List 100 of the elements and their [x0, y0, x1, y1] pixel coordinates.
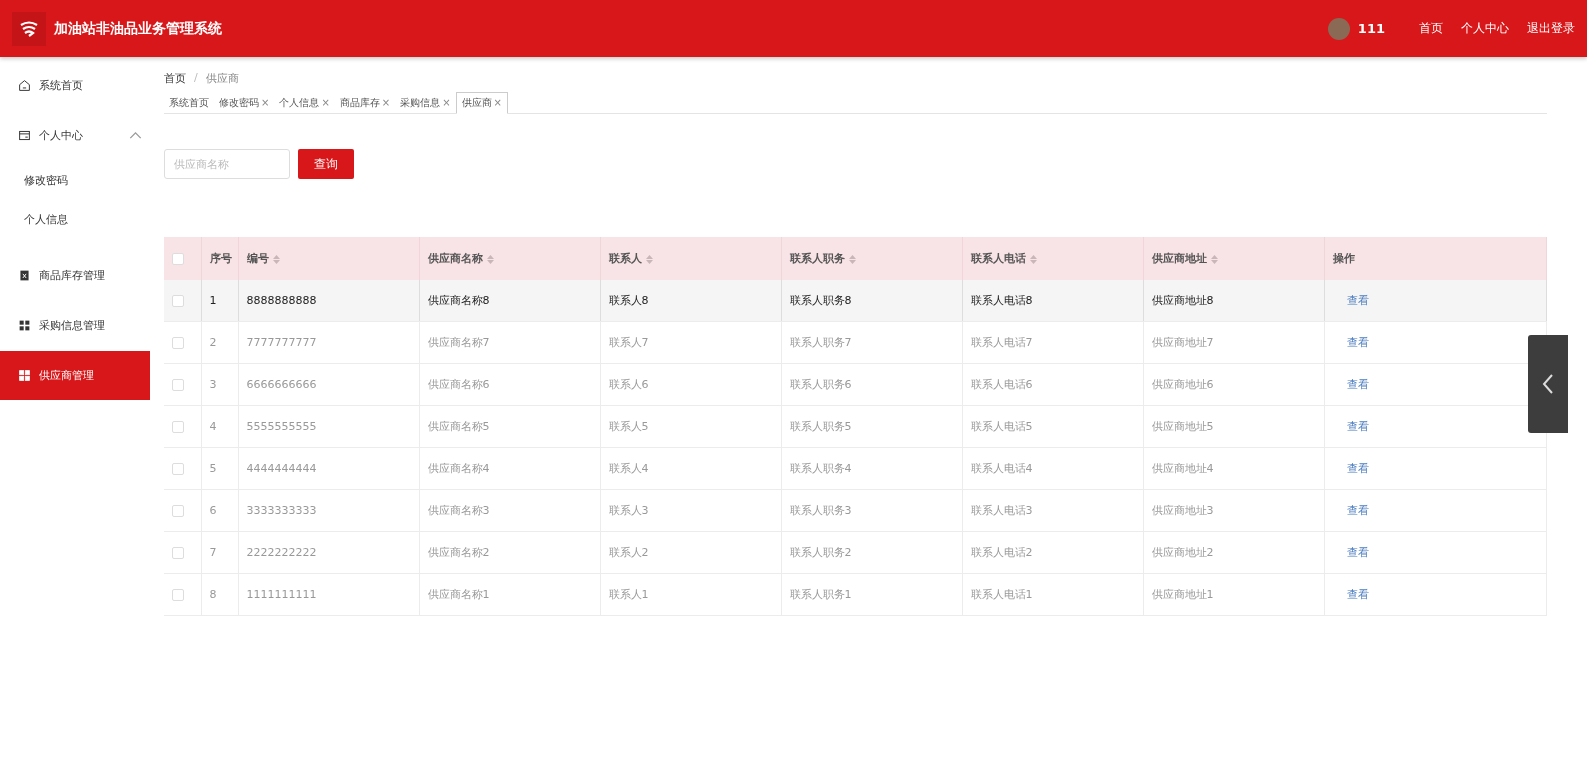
table-cell: 联系人电话1 [962, 573, 1143, 616]
view-link[interactable]: 查看 [1346, 546, 1369, 559]
view-link[interactable]: 查看 [1346, 378, 1369, 391]
sidebar-item[interactable]: 采购信息管理 [0, 301, 150, 350]
column-header[interactable]: 供应商地址 [1143, 237, 1324, 280]
table-cell: 供应商名称4 [419, 447, 600, 490]
table-cell: 供应商地址3 [1143, 489, 1324, 532]
table-cell: 联系人电话7 [962, 321, 1143, 364]
checkbox[interactable] [172, 463, 184, 475]
submenu-item[interactable]: 修改密码 [0, 161, 150, 199]
table-cell: 8 [201, 573, 238, 616]
column-header[interactable]: 联系人 [600, 237, 781, 280]
search-button[interactable]: 查询 [298, 149, 354, 179]
view-link[interactable]: 查看 [1346, 420, 1369, 433]
table-cell: 8888888888 [238, 280, 419, 322]
checkbox[interactable] [172, 589, 184, 601]
sort-icon[interactable] [486, 254, 494, 264]
table-cell: 联系人职务2 [781, 531, 962, 574]
sort-icon[interactable] [848, 254, 856, 264]
close-icon[interactable]: × [493, 93, 502, 113]
sort-icon[interactable] [645, 254, 653, 264]
column-header[interactable]: 联系人电话 [962, 237, 1143, 280]
nav-link[interactable]: 退出登录 [1527, 20, 1575, 37]
table-cell: 2222222222 [238, 531, 419, 574]
view-link[interactable]: 查看 [1346, 294, 1369, 307]
table-cell: 联系人电话4 [962, 447, 1143, 490]
table-cell: 7777777777 [238, 321, 419, 364]
tab-label[interactable]: 系统首页 [169, 93, 209, 113]
search-field[interactable]: 供应商名称 [164, 149, 290, 179]
sort-icon[interactable] [1210, 254, 1218, 264]
table-cell: 联系人职务6 [781, 363, 962, 406]
column-header: 操作 [1324, 237, 1546, 280]
tab-label[interactable]: 商品库存 [339, 93, 380, 113]
tab-label[interactable]: 供应商 [461, 93, 492, 113]
table-cell: 2 [201, 321, 238, 364]
tab-label[interactable]: 个人信息 [279, 93, 320, 113]
tab[interactable]: 修改密码 × [214, 93, 275, 113]
logo-icon [12, 11, 46, 46]
checkbox[interactable] [172, 505, 184, 517]
table-cell: 联系人电话2 [962, 531, 1143, 574]
table-cell: 供应商名称2 [419, 531, 600, 574]
table-cell: 联系人职务8 [781, 280, 962, 322]
table-cell: 供应商地址4 [1143, 447, 1324, 490]
sidebar-item[interactable]: 商品库存管理 [0, 251, 150, 300]
tab-label[interactable]: 采购信息 [400, 93, 441, 113]
sort-icon[interactable] [272, 254, 280, 264]
table-cell: 联系人职务4 [781, 447, 962, 490]
table-cell: 联系人1 [600, 573, 781, 616]
close-icon[interactable]: × [442, 93, 451, 113]
checkbox[interactable] [172, 337, 184, 349]
nav-link[interactable]: 个人中心 [1461, 20, 1509, 37]
view-link[interactable]: 查看 [1346, 462, 1369, 475]
tab[interactable]: 采购信息 × [395, 93, 456, 113]
view-link[interactable]: 查看 [1346, 504, 1369, 517]
checkbox[interactable] [172, 295, 184, 307]
tab[interactable]: 个人信息 × [274, 93, 335, 113]
table-cell: 供应商名称7 [419, 321, 600, 364]
table-cell: 联系人7 [600, 321, 781, 364]
sidebar-item[interactable]: 个人中心 [0, 111, 150, 160]
tab[interactable]: 系统首页 [164, 93, 214, 113]
tab[interactable]: 商品库存 × [334, 93, 396, 113]
table-cell: 5 [201, 447, 238, 490]
checkbox[interactable] [172, 421, 184, 433]
table-cell: 7 [201, 531, 238, 574]
table-cell: 联系人3 [600, 489, 781, 532]
table-cell: 联系人4 [600, 447, 781, 490]
breadcrumb-item[interactable]: 首页 [164, 71, 186, 86]
sidebar-item[interactable]: 供应商管理 [0, 351, 150, 400]
sidebar-item[interactable]: 系统首页 [0, 61, 150, 110]
view-link[interactable]: 查看 [1346, 336, 1369, 349]
table-cell: 供应商地址7 [1143, 321, 1324, 364]
table-cell: 供应商名称3 [419, 489, 600, 532]
column-header[interactable]: 编号 [238, 237, 419, 280]
close-icon[interactable]: × [321, 93, 330, 113]
table-cell: 5555555555 [238, 405, 419, 448]
app-title: 加油站非油品业务管理系统 [54, 19, 222, 38]
close-icon[interactable]: × [261, 93, 270, 113]
sort-icon[interactable] [1029, 254, 1037, 264]
side-panel-toggle[interactable] [1528, 335, 1568, 433]
table-cell: 供应商名称1 [419, 573, 600, 616]
tab-label[interactable]: 修改密码 [219, 93, 259, 113]
checkbox[interactable] [172, 547, 184, 559]
table-cell: 联系人6 [600, 363, 781, 406]
grid-icon [18, 319, 31, 332]
table-cell: 联系人2 [600, 531, 781, 574]
checkbox[interactable] [172, 379, 184, 391]
table-cell: 供应商名称5 [419, 405, 600, 448]
table-cell: 供应商名称6 [419, 363, 600, 406]
table-cell: 6666666666 [238, 363, 419, 406]
column-header[interactable]: 供应商名称 [419, 237, 600, 280]
submenu-item[interactable]: 个人信息 [0, 200, 150, 238]
checkbox[interactable] [172, 253, 184, 265]
nav-link[interactable]: 首页 [1419, 20, 1443, 37]
table-cell: 供应商地址2 [1143, 531, 1324, 574]
view-link[interactable]: 查看 [1346, 588, 1369, 601]
close-icon[interactable]: × [381, 93, 391, 113]
table-cell: 供应商地址8 [1143, 280, 1324, 322]
tab[interactable]: 供应商 × [455, 92, 508, 114]
table-cell: 联系人5 [600, 405, 781, 448]
column-header[interactable]: 联系人职务 [781, 237, 962, 280]
